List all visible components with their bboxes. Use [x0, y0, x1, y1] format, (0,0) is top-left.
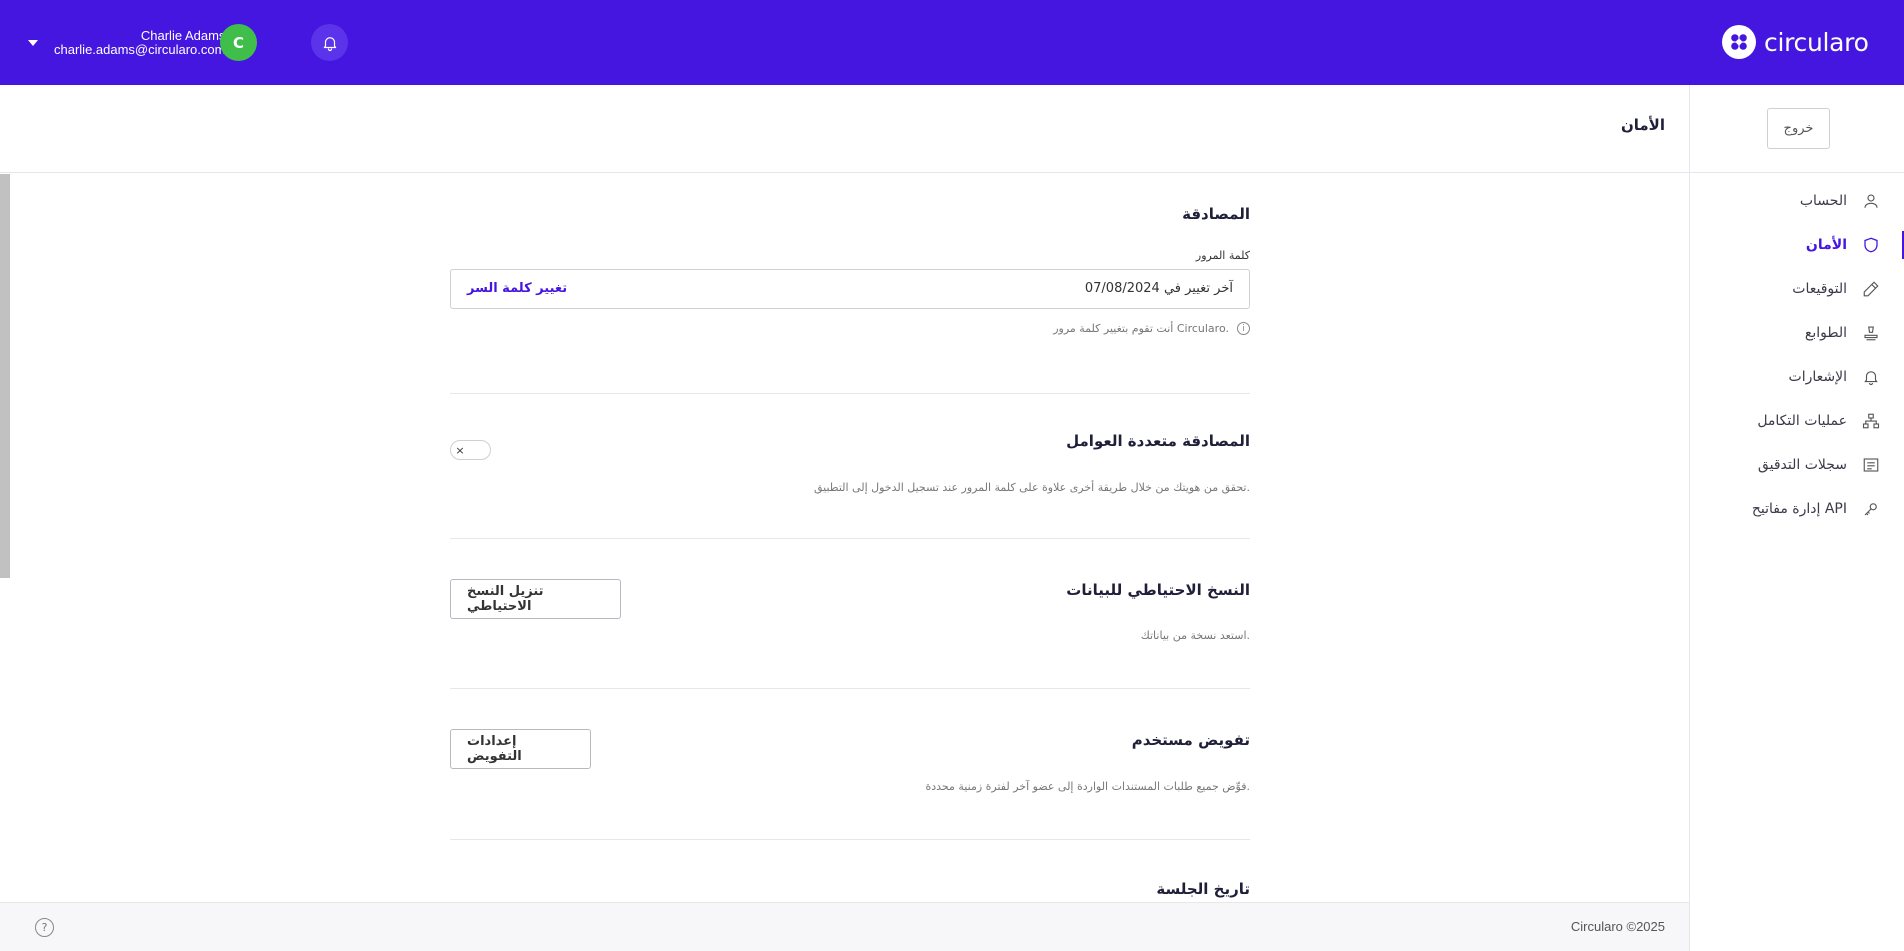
sidebar-item-signatures[interactable]: التوقيعات — [1690, 271, 1904, 307]
backup-description: استعد نسخة من بياناتك. — [1140, 629, 1250, 642]
delegation-title: تفويض مستخدم — [1131, 731, 1250, 749]
logout-button[interactable]: خروج — [1767, 108, 1830, 149]
mfa-section: المصادقة متعددة العوامل × تحقق من هويتك … — [450, 432, 1250, 502]
backup-section: النسخ الاحتياطي للبيانات تنزيل النسخ الا… — [450, 579, 1250, 649]
sidebar-item-integrations[interactable]: عمليات التكامل — [1690, 403, 1904, 439]
password-label: كلمة المرور — [1195, 249, 1250, 262]
download-backup-button[interactable]: تنزيل النسخ الاحتياطي — [450, 579, 621, 619]
top-bar: Charlie Adams charlie.adams@circularo.co… — [0, 0, 1904, 85]
sidebar-footer — [1689, 902, 1904, 951]
integrations-icon — [1861, 411, 1881, 431]
sidebar-item-label: الحساب — [1799, 193, 1847, 209]
session-history-title: تاريخ الجلسة — [1156, 880, 1250, 898]
sidebar-item-audit-logs[interactable]: سجلات التدقيق — [1690, 447, 1904, 483]
notifications-button[interactable] — [311, 24, 348, 61]
user-info[interactable]: Charlie Adams charlie.adams@circularo.co… — [54, 29, 225, 57]
bell-icon — [323, 36, 336, 51]
user-email: charlie.adams@circularo.com — [54, 42, 226, 57]
list-icon — [1861, 455, 1881, 475]
change-password-link[interactable]: تغيير كلمة السر — [467, 281, 567, 296]
sidebar-item-security[interactable]: الأمان — [1690, 227, 1904, 263]
sidebar-item-api-keys[interactable]: إدارة مفاتيح API — [1690, 491, 1904, 527]
delegation-settings-button[interactable]: إعدادات التفويض — [450, 729, 591, 769]
password-note: أنت تقوم بتغيير كلمة مرور Circularo. i — [1053, 322, 1250, 335]
sidebar-divider — [1690, 172, 1904, 173]
stamp-icon — [1861, 323, 1881, 343]
user-icon — [1861, 191, 1881, 211]
sidebar-item-label: الإشعارات — [1788, 369, 1847, 385]
password-last-changed: آخر تغيير في 07/08/2024 — [1084, 281, 1233, 296]
delegation-section: تفويض مستخدم إعدادات التفويض فوِّض جميع … — [450, 729, 1250, 799]
user-menu[interactable]: Charlie Adams charlie.adams@circularo.co… — [28, 24, 225, 62]
bell-icon — [1861, 367, 1881, 387]
sidebar-item-stamps[interactable]: الطوابع — [1690, 315, 1904, 351]
key-icon — [1861, 499, 1881, 519]
delegation-description: فوِّض جميع طلبات المستندات الواردة إلى ع… — [925, 780, 1250, 793]
sidebar: خروج الحساب الأمان التوقيعات الطوابع الإ… — [1689, 85, 1904, 951]
mfa-title: المصادقة متعددة العوامل — [1066, 432, 1250, 450]
mfa-toggle[interactable]: × — [450, 440, 491, 460]
divider — [450, 393, 1250, 394]
sidebar-item-label: إدارة مفاتيح API — [1751, 501, 1847, 517]
info-icon: i — [1237, 322, 1250, 335]
main-header: الأمان — [0, 85, 1689, 173]
sidebar-item-account[interactable]: الحساب — [1690, 183, 1904, 219]
authentication-title: المصادقة — [1182, 205, 1250, 223]
avatar[interactable]: C — [220, 24, 257, 61]
circularo-logo-icon — [1722, 25, 1756, 59]
brand-logo[interactable]: circularo — [1722, 24, 1869, 60]
sidebar-item-label: التوقيعات — [1792, 281, 1847, 297]
divider — [450, 839, 1250, 840]
scrollbar-thumb[interactable] — [0, 174, 10, 578]
mfa-description: تحقق من هويتك من خلال طريقة أخرى علاوة ع… — [813, 481, 1250, 494]
user-name: Charlie Adams — [140, 28, 226, 43]
sidebar-item-notifications[interactable]: الإشعارات — [1690, 359, 1904, 395]
divider — [450, 538, 1250, 539]
help-icon[interactable]: ? — [35, 918, 54, 937]
authentication-section: المصادقة كلمة المرور آخر تغيير في 07/08/… — [450, 205, 1250, 355]
password-field: آخر تغيير في 07/08/2024 تغيير كلمة السر — [450, 269, 1250, 309]
backup-title: النسخ الاحتياطي للبيانات — [1066, 581, 1250, 599]
chevron-down-icon[interactable] — [28, 40, 38, 46]
page-title: الأمان — [1620, 116, 1665, 134]
shield-icon — [1861, 235, 1881, 255]
sidebar-item-label: الأمان — [1805, 237, 1847, 253]
footer: ? Circularo ©2025 — [0, 902, 1689, 951]
divider — [450, 688, 1250, 689]
sidebar-item-label: الطوابع — [1804, 325, 1847, 341]
sidebar-item-label: عمليات التكامل — [1757, 413, 1847, 429]
session-history-section: تاريخ الجلسة — [450, 880, 1250, 902]
pen-icon — [1861, 279, 1881, 299]
copyright: Circularo ©2025 — [1570, 919, 1665, 934]
sidebar-item-label: سجلات التدقيق — [1757, 457, 1847, 473]
password-note-text: أنت تقوم بتغيير كلمة مرور Circularo. — [1053, 322, 1229, 335]
brand-name: circularo — [1764, 27, 1869, 57]
toggle-off-icon: × — [455, 443, 465, 457]
